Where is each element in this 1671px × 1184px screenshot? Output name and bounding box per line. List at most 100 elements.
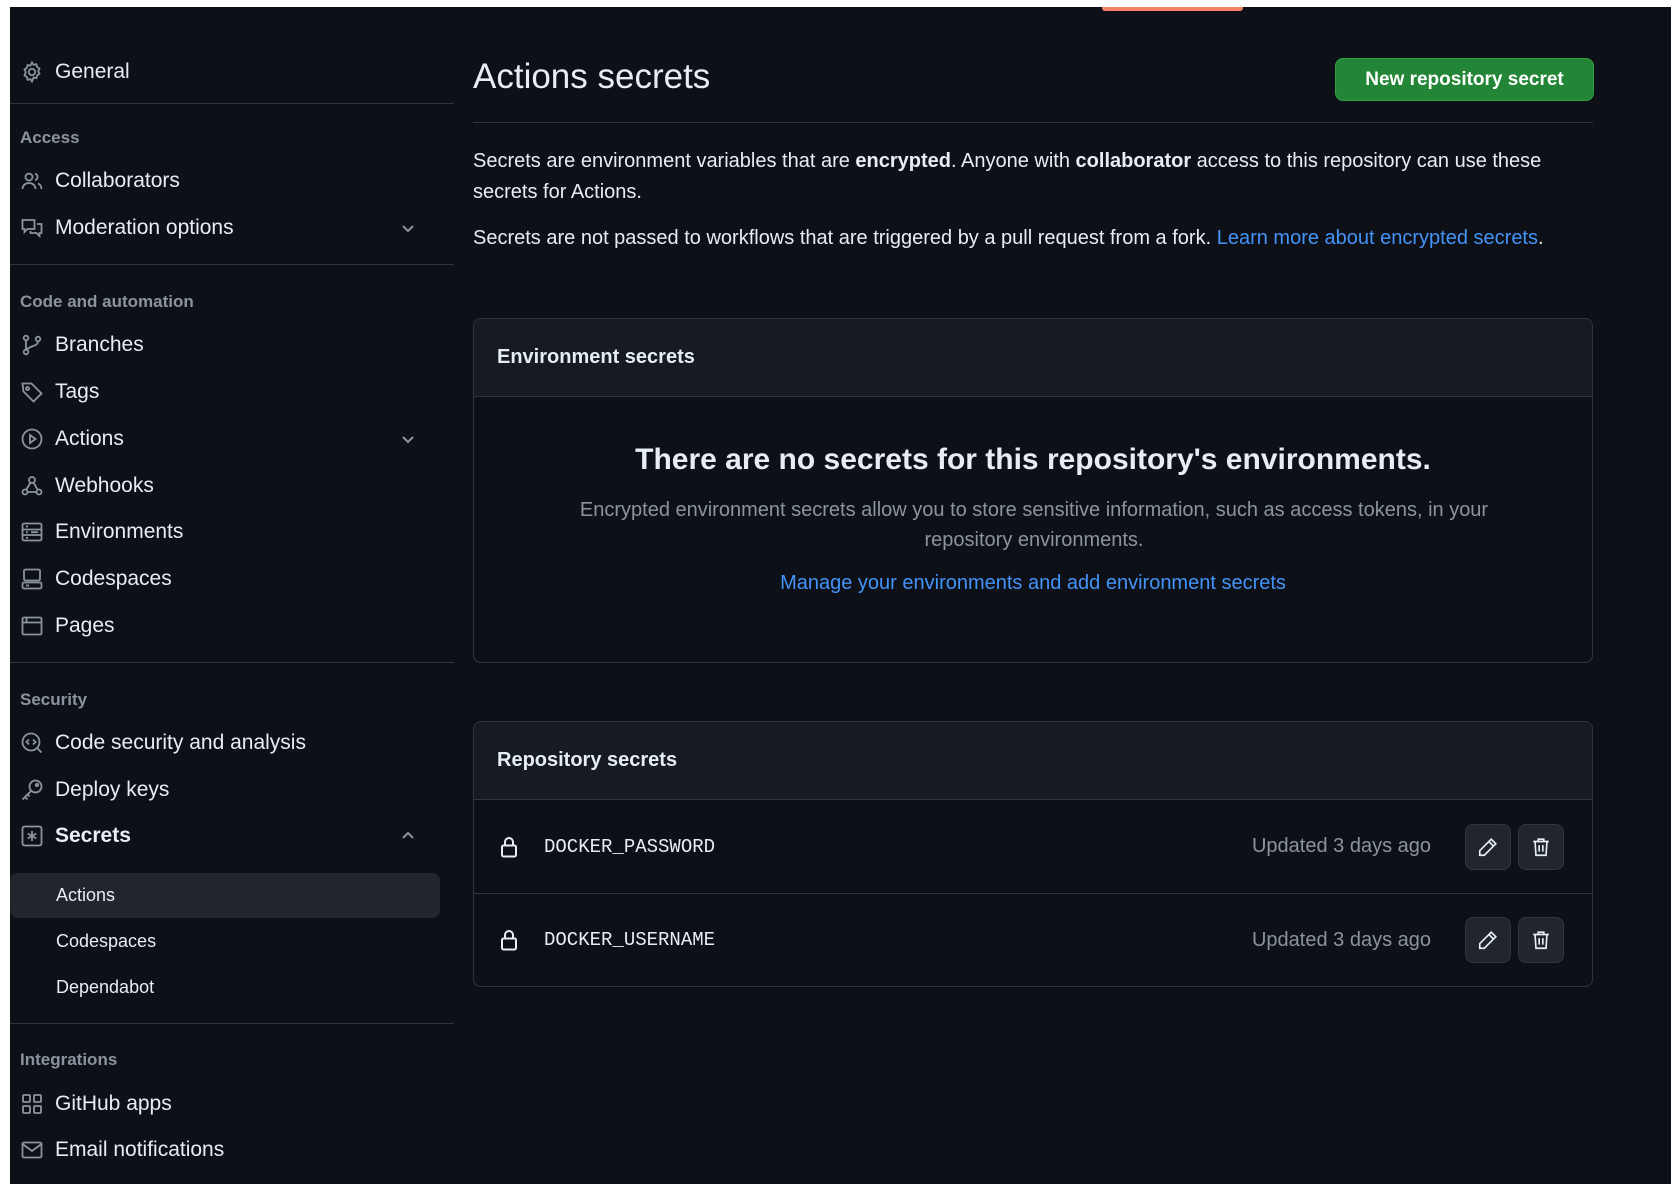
secret-row-actions <box>1465 823 1564 870</box>
section-title-code-automation: Code and automation <box>20 292 194 311</box>
active-tab-indicator <box>1102 7 1243 11</box>
sidebar-item-label: Code security and analysis <box>55 731 306 754</box>
learn-more-link[interactable]: Learn more about encrypted secrets <box>1217 227 1538 249</box>
empty-state-title: There are no secrets for this repository… <box>635 443 1431 476</box>
webhook-icon <box>20 474 44 498</box>
sidebar-divider <box>10 1023 454 1024</box>
sidebar-item-label: Pages <box>55 614 115 637</box>
section-title-integrations: Integrations <box>20 1050 118 1069</box>
repository-secrets-header: Repository secrets <box>474 722 1592 800</box>
sidebar-item-collaborators[interactable]: Collaborators <box>10 162 440 200</box>
sidebar-item-label: Branches <box>55 333 144 356</box>
section-title-security: Security <box>20 690 88 709</box>
play-icon <box>20 427 44 451</box>
apps-icon <box>20 1092 44 1116</box>
pencil-icon <box>1478 931 1497 950</box>
sidebar-subitem-codespaces[interactable]: Codespaces <box>10 919 440 964</box>
codescan-icon <box>20 731 44 755</box>
intro-text: . Anyone with <box>951 150 1076 172</box>
gear-icon <box>20 60 44 84</box>
delete-secret-button[interactable] <box>1518 823 1564 870</box>
sidebar-subitem-dependabot[interactable]: Dependabot <box>10 965 440 1010</box>
tag-icon <box>20 380 44 404</box>
comment-discussion-icon <box>20 216 44 240</box>
secret-updated-time: Updated 3 days ago <box>1251 928 1431 951</box>
sidebar-item-label: GitHub apps <box>55 1092 172 1115</box>
secret-name: DOCKER_USERNAME <box>544 929 716 951</box>
sidebar-item-label: General <box>55 60 130 83</box>
sidebar-subitem-label: Actions <box>56 885 116 905</box>
key-icon <box>20 778 44 802</box>
sidebar-item-branches[interactable]: Branches <box>10 326 440 364</box>
sidebar-item-label: Moderation options <box>55 216 234 239</box>
new-repository-secret-button[interactable]: New repository secret <box>1335 58 1594 101</box>
sidebar-divider <box>10 264 454 265</box>
sidebar-item-github-apps[interactable]: GitHub apps <box>10 1085 440 1123</box>
sidebar-item-code-security[interactable]: Code security and analysis <box>10 724 440 762</box>
secret-row: DOCKER_PASSWORD Updated 3 days ago <box>474 800 1592 893</box>
sidebar-item-label: Webhooks <box>55 474 154 497</box>
codespaces-icon <box>20 567 44 591</box>
secret-updated-time: Updated 3 days ago <box>1251 835 1431 857</box>
sidebar-item-label: Environments <box>55 520 184 543</box>
environment-secrets-box: Environment secrets There are no secrets… <box>473 318 1593 663</box>
sidebar-item-secrets[interactable]: Secrets <box>10 817 440 855</box>
intro-bold-collaborator: collaborator <box>1075 150 1192 172</box>
chevron-down-icon[interactable] <box>398 218 418 238</box>
delete-secret-button[interactable] <box>1518 917 1564 963</box>
sidebar-divider <box>10 103 454 104</box>
intro-paragraph: Secrets are environment variables that a… <box>473 146 1583 208</box>
sidebar-subitem-label: Dependabot <box>56 977 155 997</box>
repository-secrets-box: Repository secrets DOCKER_PASSWORD Updat… <box>473 721 1593 987</box>
mail-icon <box>20 1138 44 1162</box>
sidebar-item-deploy-keys[interactable]: Deploy keys <box>10 771 440 809</box>
server-icon <box>20 520 44 544</box>
sidebar-item-environments[interactable]: Environments <box>10 513 440 551</box>
sidebar-item-label: Tags <box>55 380 100 403</box>
sidebar-item-codespaces[interactable]: Codespaces <box>10 560 440 598</box>
chevron-down-icon[interactable] <box>398 429 418 449</box>
sidebar-item-webhooks[interactable]: Webhooks <box>10 467 440 505</box>
sidebar-divider <box>10 662 454 663</box>
sidebar-item-label: Codespaces <box>55 567 172 590</box>
intro-bold-encrypted: encrypted <box>855 150 952 172</box>
title-divider <box>473 122 1593 123</box>
environment-secrets-header: Environment secrets <box>474 319 1592 397</box>
sidebar-item-label: Collaborators <box>55 169 180 192</box>
trash-icon <box>1533 931 1549 950</box>
edit-secret-button[interactable] <box>1465 823 1511 870</box>
lock-icon <box>497 928 521 952</box>
sidebar-item-actions[interactable]: Actions <box>10 420 440 458</box>
people-icon <box>20 169 44 193</box>
fork-notice-paragraph: Secrets are not passed to workflows that… <box>473 223 1583 254</box>
sidebar-subitem-actions[interactable]: Actions <box>10 873 440 918</box>
sidebar-item-general[interactable]: General <box>10 53 440 91</box>
edit-secret-button[interactable] <box>1465 917 1511 963</box>
browser-icon <box>20 614 44 638</box>
manage-environments-link[interactable]: Manage your environments and add environ… <box>780 572 1286 594</box>
sidebar-item-label: Actions <box>55 427 124 450</box>
secret-name: DOCKER_PASSWORD <box>544 835 716 858</box>
secret-row-actions <box>1465 917 1564 963</box>
key-asterisk-icon <box>20 824 44 848</box>
section-title-access: Access <box>20 128 80 147</box>
pencil-icon <box>1478 837 1497 856</box>
empty-state-link-wrap: Manage your environments and add environ… <box>474 572 1592 595</box>
secret-row: DOCKER_USERNAME Updated 3 days ago <box>474 893 1592 986</box>
fork-notice-text: Secrets are not passed to workflows that… <box>473 227 1217 249</box>
sidebar-item-tags[interactable]: Tags <box>10 373 440 411</box>
page-title: Actions secrets <box>473 57 711 96</box>
sidebar-item-moderation[interactable]: Moderation options <box>10 209 440 247</box>
fork-notice-end: . <box>1538 227 1544 249</box>
empty-state-description: Encrypted environment secrets allow you … <box>579 499 1489 551</box>
sidebar-item-email-notifications[interactable]: Email notifications <box>10 1131 440 1169</box>
sidebar-subitem-label: Codespaces <box>56 931 157 951</box>
lock-icon <box>497 835 521 859</box>
chevron-up-icon[interactable] <box>398 826 418 846</box>
git-branch-icon <box>20 333 44 357</box>
sidebar-item-label: Deploy keys <box>55 778 170 801</box>
sidebar-item-pages[interactable]: Pages <box>10 607 440 645</box>
sidebar-item-label: Email notifications <box>55 1138 225 1161</box>
sidebar-item-label: Secrets <box>55 824 131 847</box>
trash-icon <box>1533 837 1549 856</box>
